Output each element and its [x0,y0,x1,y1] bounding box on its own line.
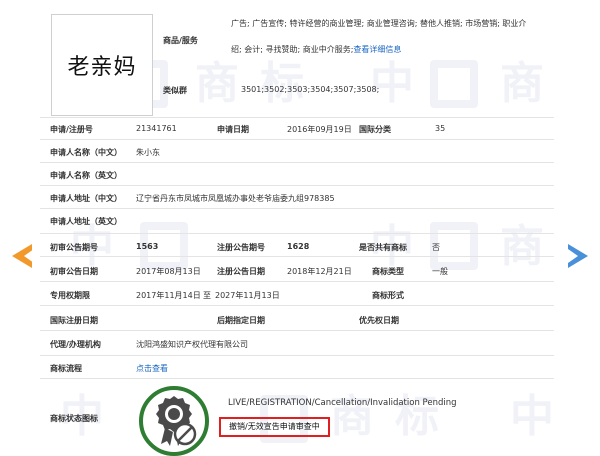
prelim-date-label: 初审公告日期 [50,267,98,276]
view-details-link[interactable]: 查看详细信息 [353,45,401,54]
similar-group-value: 3501;3502;3503;3504;3507;3508; [241,85,380,94]
award-badge-icon [139,386,209,456]
tm-type-value: 一般 [432,267,448,276]
reg-date-label: 注册公告日期 [217,267,265,276]
address-cn-label: 申请人地址（中文） [50,194,122,203]
exclusive-to: 至 [203,291,211,300]
trademark-logo: 老亲妈 [51,14,153,116]
intl-class-value: 35 [435,124,446,133]
intl-reg-date-label: 国际注册日期 [50,316,98,325]
applicant-cn-value: 朱小东 [136,148,160,157]
shared-label: 是否共有商标 [359,243,407,252]
prev-arrow-cutout [24,249,34,263]
row-divider [40,330,554,331]
row-divider [40,162,554,163]
shared-value: 否 [432,243,440,252]
tm-form-label: 商标形式 [372,291,404,300]
agent-label: 代理/办理机构 [50,340,101,349]
goods-services-label: 商品/服务 [163,36,198,45]
process-label: 商标流程 [50,364,82,373]
exclusive-start: 2017年11月14日 [136,291,201,300]
agent-value: 沈阳鸿盛知识产权代理有限公司 [136,340,248,349]
goods-services-line2: 绍; 会计; 寻找赞助; 商业中介服务;查看详细信息 [231,44,581,55]
status-text-en: LIVE/REGISTRATION/Cancellation/Invalidat… [228,398,457,408]
row-divider [40,117,554,118]
row-divider [40,378,554,379]
trademark-logo-text: 老亲妈 [67,55,137,80]
address-en-label: 申请人地址（英文） [50,217,122,226]
row-divider [40,139,554,140]
reg-date-value: 2018年12月21日 [287,267,352,276]
goods-services-line1: 广告; 广告宣传; 特许经营的商业管理; 商业管理咨询; 替他人推销; 市场营销… [231,19,527,28]
reg-issue-value: 1628 [287,242,310,251]
applicant-cn-label: 申请人名称（中文） [50,148,122,157]
later-designation-label: 后期指定日期 [217,316,265,325]
row-divider [40,208,554,209]
intl-class-label: 国际分类 [359,125,391,134]
prelim-issue-value: 1563 [136,242,159,251]
process-link[interactable]: 点击查看 [136,363,168,374]
reg-no-label: 申请/注册号 [50,125,93,134]
exclusive-end: 2027年11月13日 [215,291,280,300]
row-divider [40,233,554,234]
reg-issue-label: 注册公告期号 [217,243,265,252]
row-divider [40,281,554,282]
row-divider [40,305,554,306]
applicant-en-label: 申请人名称（英文） [50,171,122,180]
tm-type-label: 商标类型 [372,267,404,276]
reg-no-value: 21341761 [136,124,177,133]
status-label: 商标状态图标 [50,414,98,423]
row-divider [40,355,554,356]
row-divider [40,256,554,257]
goods-services-line2-text: 绍; 会计; 寻找赞助; 商业中介服务; [231,45,354,54]
status-text-cn: 撤销/无效宣告申请审查中 [219,417,330,437]
next-arrow-cutout [568,249,578,263]
row-divider [40,185,554,186]
app-date-label: 申请日期 [217,125,249,134]
prelim-issue-label: 初审公告期号 [50,243,98,252]
address-cn-value: 辽宁省丹东市凤城市凤凰城办事处老爷庙委九组978385 [136,194,335,203]
app-date-value: 2016年09月19日 [287,125,352,134]
priority-date-label: 优先权日期 [359,316,399,325]
similar-group-label: 类似群 [163,86,187,95]
exclusive-label: 专用权期限 [50,291,90,300]
prelim-date-value: 2017年08月13日 [136,267,201,276]
trademark-detail-panel: 老亲妈 商品/服务 广告; 广告宣传; 特许经营的商业管理; 商业管理咨询; 替… [0,0,600,456]
